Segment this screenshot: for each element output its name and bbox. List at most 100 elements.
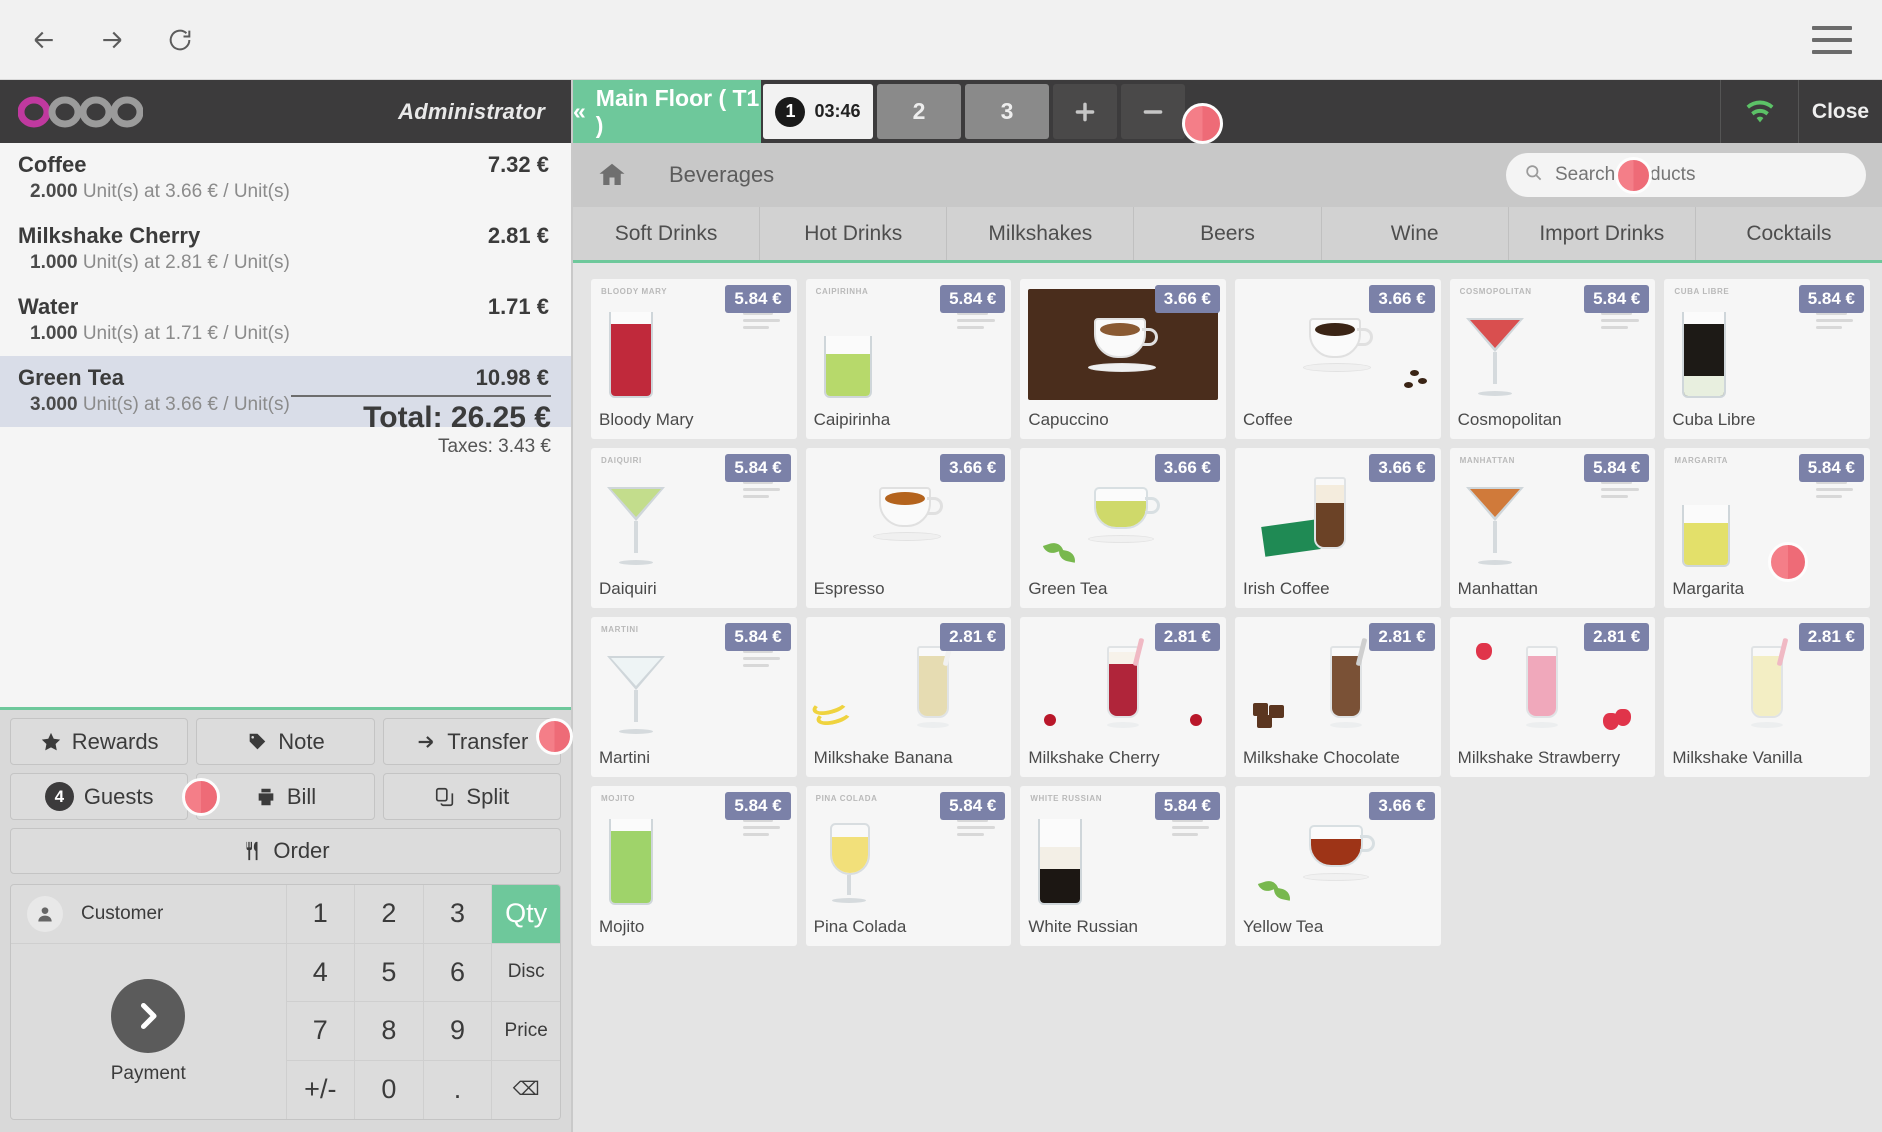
order-line[interactable]: Coffee 7.32 € 2.000 Unit(s) at 3.66 € / Un… — [0, 143, 571, 214]
payment-button[interactable]: Payment — [11, 944, 286, 1119]
note-label: Note — [278, 728, 325, 754]
glass-artwork — [607, 481, 665, 565]
table-tab-3[interactable]: 3 — [965, 84, 1049, 139]
pos-application: Administrator Coffee 7.32 € 2.000 Unit(s) … — [0, 80, 1882, 1132]
numpad-key-9[interactable]: 9 — [422, 1002, 492, 1061]
product-name: Milkshake Banana — [813, 748, 953, 767]
product-card[interactable]: 5.84 € DAIQUIRI Daiquiri — [591, 448, 797, 608]
floor-label: Main Floor ( T1 ) — [595, 84, 760, 138]
product-card[interactable]: 2.81 € Milkshake Vanilla — [1664, 617, 1870, 777]
product-price: 5.84 € — [725, 623, 791, 651]
customer-button[interactable]: Customer — [11, 885, 286, 944]
back-icon[interactable] — [22, 18, 66, 62]
glass-artwork — [609, 312, 653, 398]
forward-icon[interactable] — [90, 18, 134, 62]
order-button[interactable]: Order — [10, 828, 561, 874]
product-name: Cosmopolitan — [1457, 410, 1562, 429]
numpad-key-0[interactable]: 0 — [354, 1060, 423, 1119]
product-card[interactable]: 5.84 € WHITE RUSSIAN White Russian — [1020, 786, 1226, 946]
numpad-key-8[interactable]: 8 — [354, 1002, 423, 1061]
teacup-artwork — [1084, 485, 1162, 543]
product-card[interactable]: 5.84 € MARTINI Martini — [591, 617, 797, 777]
product-card[interactable]: 5.84 € MARGARITA Margarita — [1664, 448, 1870, 608]
table-tab-1[interactable]: 1 03:46 — [763, 84, 873, 139]
numpad-key-3[interactable]: 3 — [422, 885, 492, 944]
product-card[interactable]: 3.66 € Espresso — [805, 448, 1012, 608]
artwork-label: WHITE RUSSIAN — [1030, 794, 1103, 803]
close-button[interactable]: Close — [1798, 80, 1882, 143]
product-card[interactable]: 5.84 € PINA COLADA Pina Colada — [805, 786, 1012, 946]
numpad-key-price[interactable]: Price — [491, 1002, 560, 1061]
product-card[interactable]: 5.84 € MANHATTAN Manhattan — [1449, 448, 1656, 608]
numpad-key-[interactable]: . — [422, 1060, 492, 1119]
product-price: 2.81 € — [940, 623, 1006, 651]
bill-button[interactable]: Bill — [196, 773, 375, 820]
category-tab-wine[interactable]: Wine — [1322, 207, 1509, 260]
order-line[interactable]: Milkshake Cherry 2.81 € 1.000 Unit(s) at 2… — [0, 214, 571, 285]
product-card[interactable]: 2.81 € Milkshake Strawberry — [1449, 617, 1656, 777]
rewards-button[interactable]: Rewards — [10, 718, 189, 765]
transfer-button[interactable]: Transfer — [382, 718, 561, 765]
remove-table-button[interactable] — [1121, 84, 1185, 139]
product-card[interactable]: 3.66 € Capuccino — [1020, 279, 1226, 439]
product-card[interactable]: 5.84 € BLOODY MARY Bloody Mary — [591, 279, 797, 439]
hamburger-menu-icon[interactable] — [1812, 25, 1852, 54]
search-input[interactable] — [1555, 164, 1848, 186]
product-card[interactable]: 3.66 € Green Tea — [1020, 448, 1226, 608]
customer-label: Customer — [81, 903, 164, 924]
add-table-button[interactable] — [1053, 84, 1117, 139]
note-button[interactable]: Note — [196, 718, 375, 765]
product-card[interactable]: 2.81 € Milkshake Chocolate — [1235, 617, 1441, 777]
products-panel: « Main Floor ( T1 ) 1 03:46 2 3 Close Be… — [573, 80, 1882, 1132]
artwork-label: MANHATTAN — [1459, 456, 1515, 465]
order-action-buttons: Rewards Note Transfer 4 Guests Bill Spli… — [0, 710, 571, 884]
product-name: Martini — [599, 748, 651, 767]
home-icon[interactable] — [595, 160, 641, 190]
shake-artwork — [1520, 638, 1564, 728]
numpad-section: Customer Payment 1 2 3 Qty 4 5 6 Disc 7 8 9 Price +/… — [0, 884, 571, 1132]
reload-icon[interactable] — [158, 18, 202, 62]
annotation-marker-search — [1615, 157, 1652, 194]
product-card[interactable]: 5.84 € CUBA LIBRE Cuba Libre — [1664, 279, 1870, 439]
order-line-name: Green Tea — [18, 365, 124, 390]
product-card[interactable]: 3.66 € Irish Coffee — [1235, 448, 1441, 608]
search-box[interactable] — [1506, 153, 1866, 197]
shake-artwork — [1324, 637, 1368, 728]
product-card[interactable]: 5.84 € CAIPIRINHA Caipirinha — [805, 279, 1012, 439]
wifi-icon[interactable] — [1720, 80, 1798, 143]
category-tab-import-drinks[interactable]: Import Drinks — [1509, 207, 1696, 260]
numpad-key-qty[interactable]: Qty — [491, 885, 560, 944]
guests-button[interactable]: 4 Guests — [10, 773, 189, 820]
numpad-key-[interactable]: ⌫ — [491, 1060, 560, 1119]
numpad-key-4[interactable]: 4 — [285, 943, 355, 1002]
mug-artwork — [1302, 317, 1373, 372]
product-card[interactable]: 2.81 € Milkshake Cherry — [1020, 617, 1226, 777]
product-card[interactable]: 2.81 € Milkshake Banana — [805, 617, 1012, 777]
category-tab-cocktails[interactable]: Cocktails — [1696, 207, 1882, 260]
product-price: 5.84 € — [725, 454, 791, 482]
floor-back-button[interactable]: « Main Floor ( T1 ) — [573, 80, 761, 143]
category-tabs: Soft Drinks Hot Drinks Milkshakes Beers Wine… — [573, 207, 1882, 263]
product-card[interactable]: 5.84 € COSMOPOLITAN Cosmopolitan — [1449, 279, 1656, 439]
category-tab-hot-drinks[interactable]: Hot Drinks — [760, 207, 948, 260]
numpad-key-5[interactable]: 5 — [354, 943, 423, 1002]
numpad-key-2[interactable]: 2 — [354, 885, 423, 944]
product-card[interactable]: 3.66 € Coffee — [1235, 279, 1441, 439]
split-button[interactable]: Split — [382, 773, 561, 820]
order-line[interactable]: Water 1.71 € 1.000 Unit(s) at 1.71 € / Uni… — [0, 285, 571, 356]
numpad-key-7[interactable]: 7 — [285, 1002, 355, 1061]
cherry-icon — [1044, 714, 1057, 726]
numpad-key-1[interactable]: 1 — [285, 885, 355, 944]
mug-artwork — [1088, 317, 1159, 372]
numpad-key-6[interactable]: 6 — [422, 943, 492, 1002]
category-tab-milkshakes[interactable]: Milkshakes — [947, 207, 1135, 260]
product-card[interactable]: 5.84 € MOJITO Mojito — [591, 786, 797, 946]
order-lines-list[interactable]: Coffee 7.32 € 2.000 Unit(s) at 3.66 € / Un… — [0, 143, 571, 710]
table-tab-2[interactable]: 2 — [877, 84, 961, 139]
category-tab-soft-drinks[interactable]: Soft Drinks — [573, 207, 761, 260]
numpad-key-[interactable]: +/- — [285, 1060, 355, 1119]
product-card[interactable]: 3.66 € Yellow Tea — [1235, 786, 1441, 946]
numpad-key-disc[interactable]: Disc — [491, 943, 560, 1002]
category-tab-beers[interactable]: Beers — [1134, 207, 1322, 260]
numpad-block: Customer Payment 1 2 3 Qty 4 5 6 Disc 7 8 9 Price +/… — [10, 884, 561, 1120]
